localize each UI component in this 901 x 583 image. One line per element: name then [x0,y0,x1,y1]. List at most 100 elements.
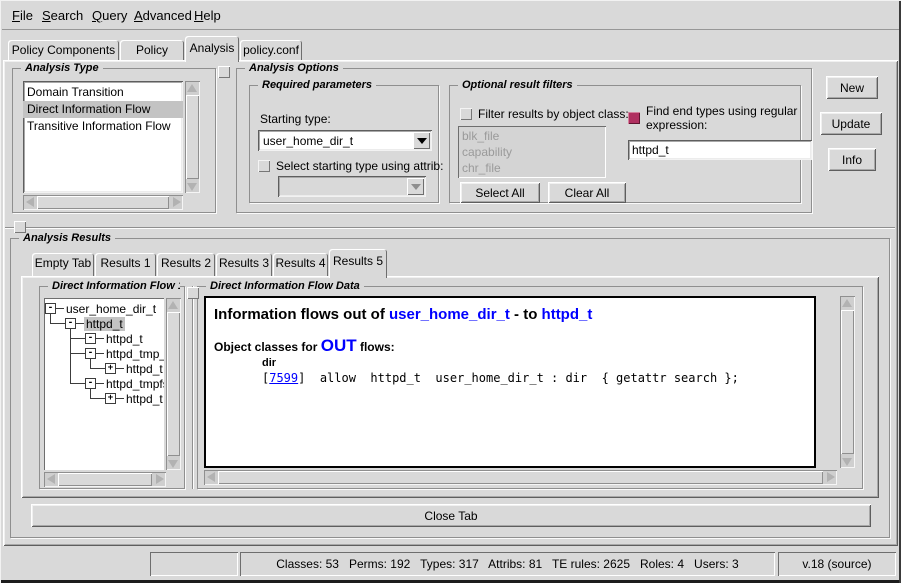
data-vscrollbar[interactable] [840,296,855,468]
pane-sash-handle[interactable] [14,221,26,233]
scroll-left-icon[interactable] [204,470,217,483]
menu-help[interactable]: Help [194,8,221,23]
tree-node-httpd-tmpfs-t[interactable]: -httpd_tmpfs_t [85,376,164,391]
combobox-dropdown-icon[interactable] [413,132,430,149]
menu-advanced[interactable]: Advanced [134,8,192,23]
tab-analysis[interactable]: Analysis [185,36,239,62]
tree-node-httpd-t-selected[interactable]: -httpd_t [65,316,125,331]
tree-node-user-home-dir-t[interactable]: -user_home_dir_t [45,301,158,316]
data-hscrollbar[interactable] [204,470,837,485]
results-tab-3[interactable]: Results 3 [216,253,272,276]
analysis-results-title: Analysis Results [19,232,115,244]
status-policy-stats: Classes: 53 Perms: 192 Types: 317 Attrib… [240,552,775,576]
scroll-down-icon[interactable] [166,457,179,470]
tab-policy-components[interactable]: Policy Components [8,40,119,60]
results-tab-4[interactable]: Results 4 [273,253,328,276]
tree-connector [70,338,85,339]
select-all-button[interactable]: Select All [460,182,540,203]
flow-data-frame: Direct Information Flow Data Information… [197,286,863,489]
tab-policy-rules[interactable]: Policy Rules [120,40,184,60]
starting-type-combobox[interactable]: user_home_dir_t [258,130,432,151]
analysis-type-hscrollbar[interactable] [23,195,183,210]
results-sash-handle[interactable] [187,287,199,299]
rule-number-link[interactable]: 7599 [269,371,298,385]
tree-node-httpd-t[interactable]: +httpd_t [105,361,164,376]
results-tab-5-selected[interactable]: Results 5 [329,249,387,278]
analysis-type-vscrollbar[interactable] [185,81,200,193]
analysis-type-option[interactable]: Transitive Information Flow [23,118,183,135]
object-class-item: chr_file [458,160,606,176]
results-tab-empty[interactable]: Empty Tab [32,253,94,276]
scroll-down-icon[interactable] [840,455,853,468]
tree-vscrollbar[interactable] [166,298,181,470]
menu-file[interactable]: File [12,8,33,23]
menu-search[interactable]: Search [42,8,83,23]
scroll-right-icon[interactable] [153,472,166,485]
attrib-combobox [278,176,426,197]
scrollbar-thumb[interactable] [841,310,854,454]
tree-connector [70,353,85,354]
scrollbar-thumb[interactable] [218,471,823,484]
flow-header: Information flows out of user_home_dir_t… [214,306,814,323]
tree-node-httpd-tmp-t[interactable]: -httpd_tmp_t [85,346,164,361]
filter-object-class-label[interactable]: Filter results by object class: [478,107,629,121]
tree-node-httpd-t[interactable]: -httpd_t [85,331,145,346]
results-sash-line [192,286,194,489]
scrollbar-thumb[interactable] [37,196,169,209]
scroll-right-icon[interactable] [170,195,183,208]
update-button[interactable]: Update [820,112,882,135]
expander-icon[interactable]: - [65,318,76,329]
analysis-type-option-selected[interactable]: Direct Information Flow [23,101,183,118]
flow-data-title: Direct Information Flow Data [206,280,364,292]
source-type: user_home_dir_t [389,306,510,323]
tree-connector [90,368,105,369]
menu-query[interactable]: Query [92,8,127,23]
results-tab-1[interactable]: Results 1 [95,253,156,276]
tree-hscrollbar[interactable] [44,472,166,487]
scroll-up-icon[interactable] [840,296,853,309]
flow-tree-canvas: -user_home_dir_t -httpd_t -httpd_t -http… [44,298,164,470]
object-class-name: dir [262,357,814,369]
analysis-type-option[interactable]: Domain Transition [23,84,183,101]
scroll-up-icon[interactable] [185,81,198,94]
expander-icon[interactable]: - [85,348,96,359]
expander-icon[interactable]: - [85,333,96,344]
attrib-checkbox[interactable] [258,160,270,172]
clear-all-button[interactable]: Clear All [548,182,626,203]
filter-object-class-checkbox[interactable] [460,108,472,120]
regex-checkbox[interactable] [628,112,640,124]
info-button[interactable]: Info [828,148,876,171]
tree-node-httpd-t[interactable]: +httpd_t [105,391,164,406]
scroll-left-icon[interactable] [44,472,57,485]
results-tab-2[interactable]: Results 2 [157,253,215,276]
flow-data-text[interactable]: Information flows out of user_home_dir_t… [204,296,816,468]
expander-icon[interactable]: - [85,378,96,389]
required-parameters-title: Required parameters [258,79,376,91]
scroll-right-icon[interactable] [824,470,837,483]
pane-sash-handle[interactable] [218,66,230,78]
scroll-left-icon[interactable] [23,195,36,208]
scrollbar-thumb[interactable] [167,312,180,456]
scrollbar-thumb[interactable] [186,95,199,179]
apol-window: File Search Query Advanced Help Policy C… [0,0,901,583]
analysis-type-listbox: Domain Transition Direct Information Flo… [23,81,183,193]
close-tab-button[interactable]: Close Tab [31,504,871,527]
attrib-checkbox-label[interactable]: Select starting type using attrib: [276,159,443,173]
required-parameters-frame: Required parameters Starting type: user_… [249,85,439,203]
analysis-type-title: Analysis Type [21,62,103,74]
scrollbar-thumb[interactable] [58,473,152,486]
tab-policy-conf[interactable]: policy.conf [240,40,302,60]
expander-icon[interactable]: - [45,303,56,314]
expander-icon[interactable]: + [105,363,116,374]
starting-type-value[interactable]: user_home_dir_t [260,132,412,149]
optional-filters-title: Optional result filters [458,79,577,91]
menu-bar: File Search Query Advanced Help [2,1,899,30]
scroll-up-icon[interactable] [166,298,179,311]
tree-connector [50,323,65,324]
optional-filters-frame: Optional result filters Filter results b… [449,85,801,203]
scroll-down-icon[interactable] [185,180,198,193]
regex-input[interactable] [628,140,812,160]
regex-checkbox-label[interactable]: Find end types using regular expression: [646,104,814,132]
new-button[interactable]: New [826,76,878,99]
expander-icon[interactable]: + [105,393,116,404]
